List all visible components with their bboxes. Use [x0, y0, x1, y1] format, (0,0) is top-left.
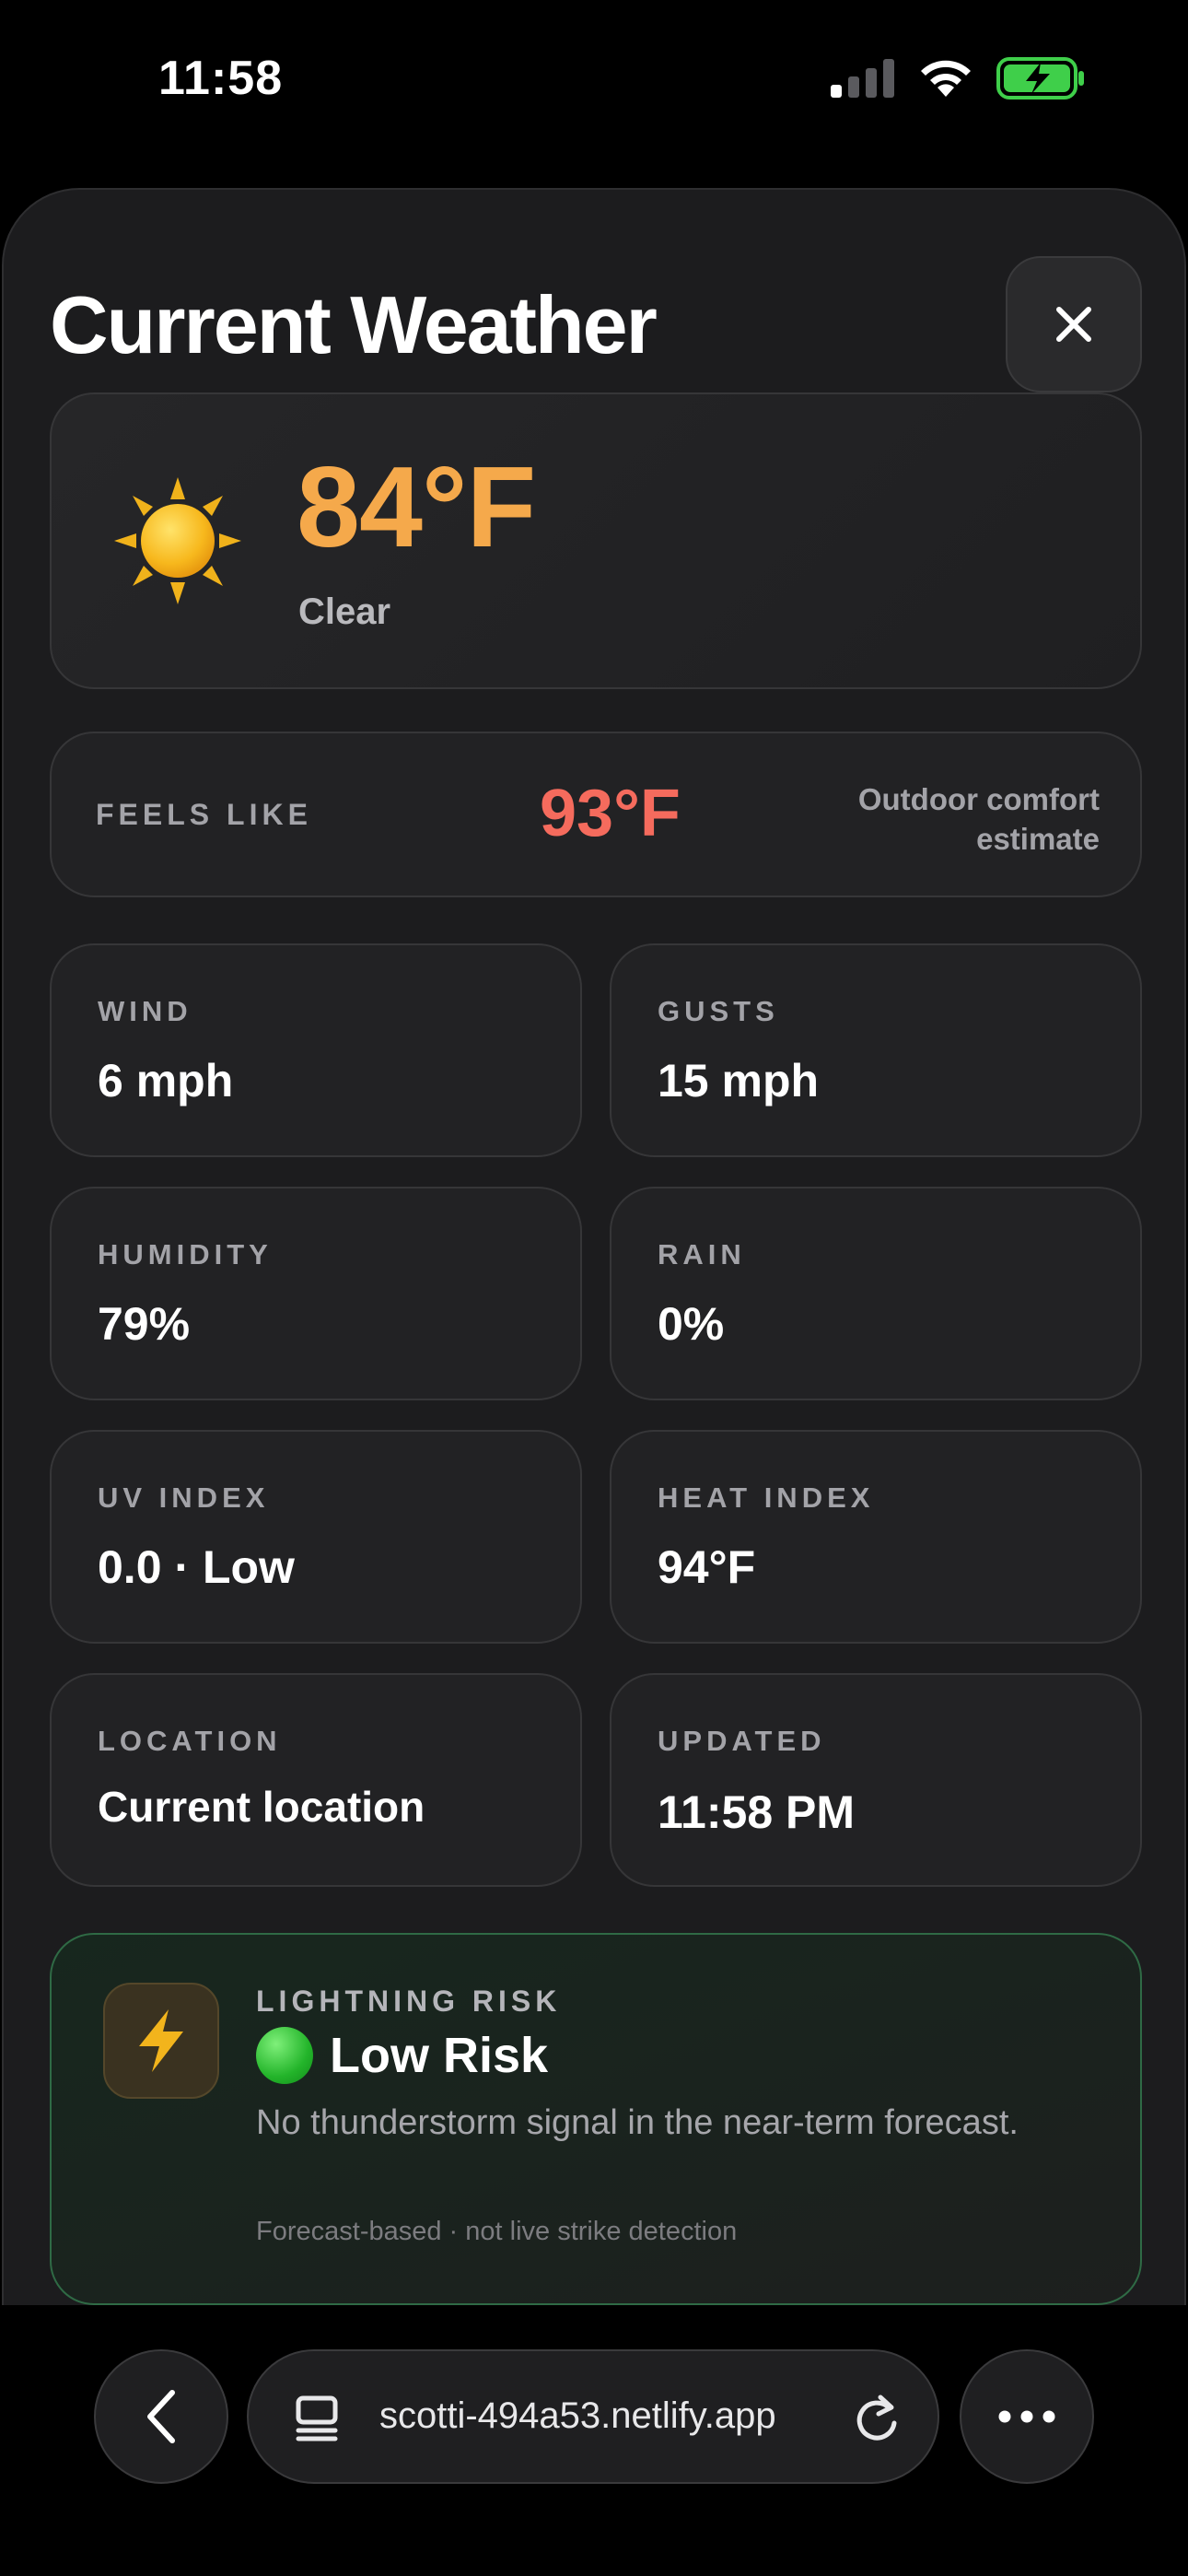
status-time: 11:58 [158, 52, 284, 105]
stat-label: WIND [98, 995, 192, 1027]
weather-sheet: Current Weather 84°F Clear FEELS LIKE 93… [2, 188, 1186, 2307]
browser-toolbar: scotti-494a53.netlify.app [0, 2305, 1188, 2576]
current-condition: Clear [298, 591, 391, 632]
feels-like-value: 93°F [540, 777, 681, 850]
stat-card-updated: UPDATED 11:58 PM [610, 1673, 1142, 1887]
stat-label: HEAT INDEX [658, 1481, 875, 1514]
tab-overview-icon [296, 2395, 338, 2441]
stat-card-uv-index: UV INDEX 0.0 · Low [50, 1430, 582, 1644]
close-icon [1056, 307, 1091, 342]
lightning-risk-footnote: Forecast-based · not live strike detecti… [256, 2217, 738, 2246]
status-icons [831, 57, 1085, 100]
green-circle-icon [256, 2027, 313, 2084]
page-title: Current Weather [50, 279, 658, 370]
feels-like-label: FEELS LIKE [96, 798, 312, 831]
lightning-bolt-icon [139, 2009, 183, 2072]
stat-value: 0% [658, 1298, 725, 1350]
address-bar[interactable]: scotti-494a53.netlify.app [247, 2349, 939, 2484]
wifi-icon [921, 60, 971, 97]
stat-card-heat-index: HEAT INDEX 94°F [610, 1430, 1142, 1644]
stat-value: Current location [98, 1783, 425, 1831]
lightning-risk-label: LIGHTNING RISK [256, 1985, 562, 2018]
chevron-left-icon [147, 2390, 175, 2443]
sun-icon [114, 477, 241, 604]
lightning-badge [103, 1983, 219, 2099]
feels-like-card: FEELS LIKE 93°F Outdoor comfort estimate [50, 732, 1142, 897]
close-button[interactable] [1006, 256, 1142, 392]
stat-label: HUMIDITY [98, 1238, 273, 1270]
cellular-signal-icon [831, 59, 894, 98]
stat-label: LOCATION [98, 1725, 282, 1757]
stat-value: 94°F [658, 1541, 756, 1593]
more-options-button[interactable] [960, 2349, 1094, 2484]
stat-card-rain: RAIN 0% [610, 1187, 1142, 1400]
current-conditions-card: 84°F Clear [50, 392, 1142, 689]
more-dots-icon [998, 2410, 1055, 2423]
stat-label: UPDATED [658, 1725, 826, 1757]
stat-card-wind: WIND 6 mph [50, 943, 582, 1157]
stat-card-humidity: HUMIDITY 79% [50, 1187, 582, 1400]
stat-card-location: LOCATION Current location [50, 1673, 582, 1887]
stat-value: 11:58 PM [658, 1786, 856, 1838]
stat-value: 0.0 · Low [98, 1541, 295, 1593]
stat-value: 15 mph [658, 1055, 820, 1107]
lightning-risk-level-text: Low Risk [330, 2028, 549, 2083]
reload-icon[interactable] [853, 2394, 901, 2443]
back-button[interactable] [94, 2349, 228, 2484]
stat-label: RAIN [658, 1238, 746, 1270]
stat-value: 79% [98, 1298, 191, 1350]
lightning-risk-description: No thunderstorm signal in the near-term … [256, 2103, 1019, 2142]
url-text: scotti-494a53.netlify.app [379, 2395, 776, 2436]
feels-like-note: Outdoor comfort estimate [857, 782, 1100, 856]
lightning-risk-level: Low Risk [256, 2027, 548, 2084]
battery-charging-icon [996, 57, 1084, 100]
stat-label: GUSTS [658, 995, 779, 1027]
lightning-risk-card: LIGHTNING RISK Low Risk No thunderstorm … [50, 1933, 1142, 2305]
stat-label: UV INDEX [98, 1481, 270, 1514]
stat-value: 6 mph [98, 1055, 234, 1107]
stat-card-gusts: GUSTS 15 mph [610, 943, 1142, 1157]
status-bar: 11:58 [0, 0, 1188, 166]
current-temperature: 84°F [297, 444, 536, 571]
